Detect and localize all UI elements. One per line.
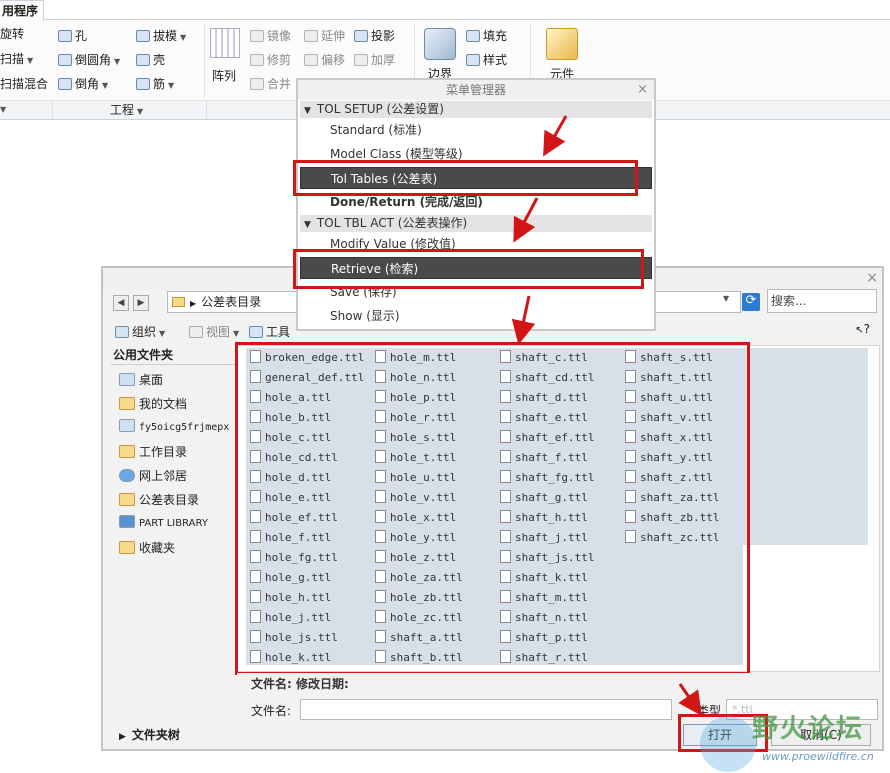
watermark-logo-icon <box>700 716 756 772</box>
annotation-arrows <box>511 115 702 716</box>
watermark-url: www.proewildfire.cn <box>762 750 874 763</box>
watermark-text: 野火论坛 <box>752 714 865 744</box>
watermark: 野火论坛 www.proewildfire.cn <box>700 700 890 773</box>
